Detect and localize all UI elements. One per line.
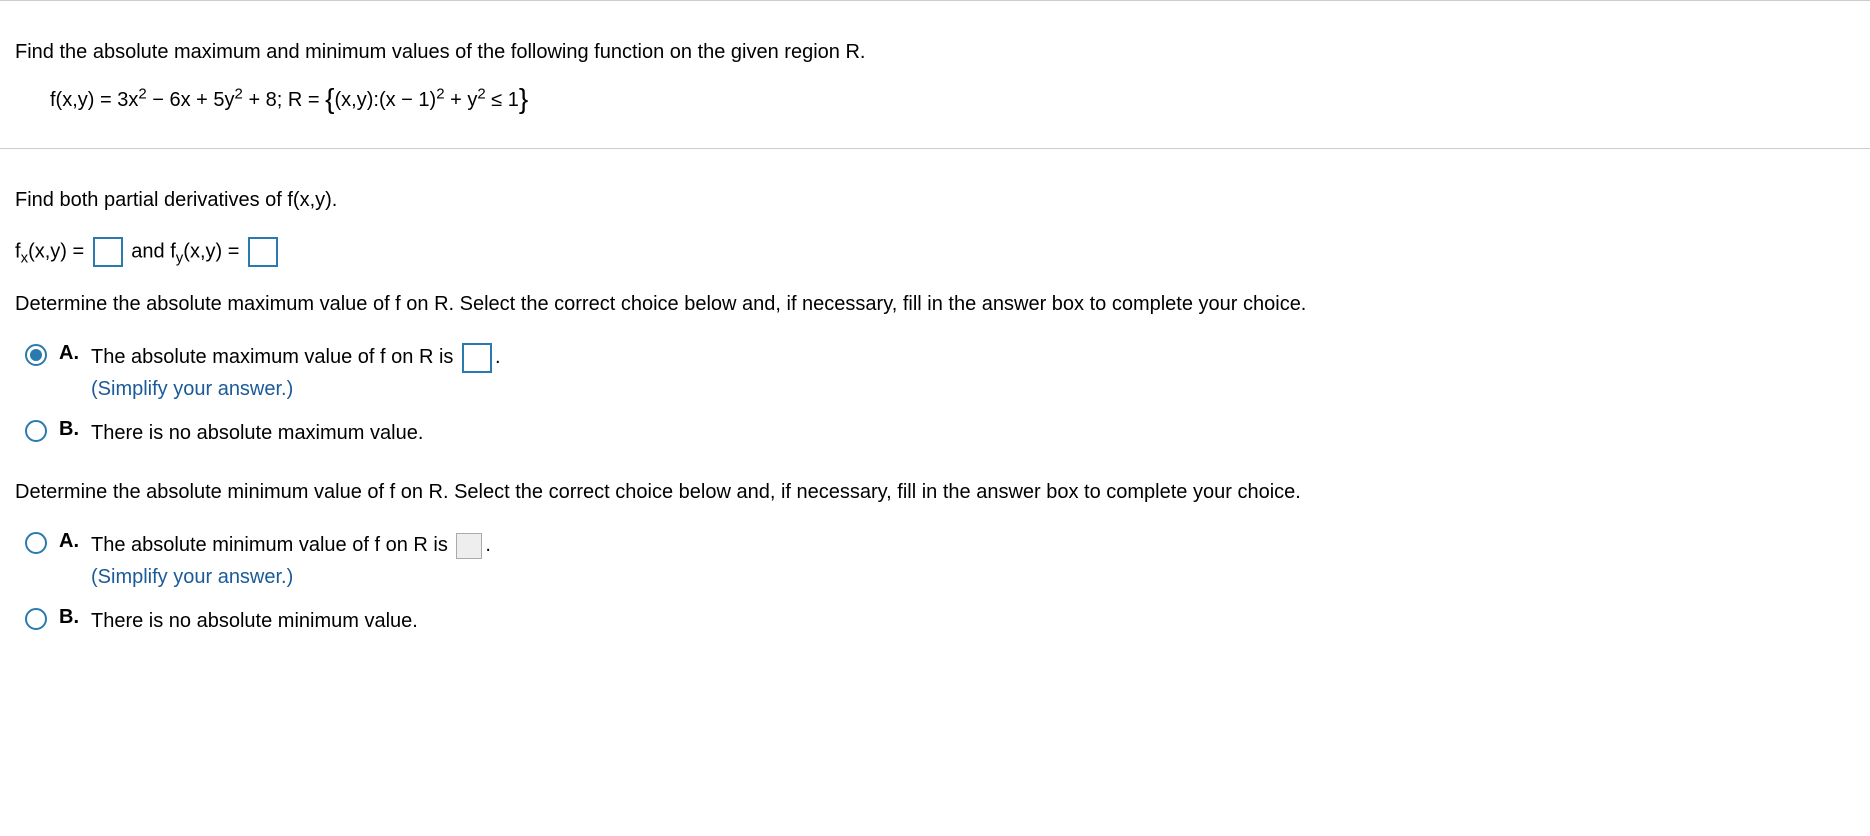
fx-answer-input[interactable] xyxy=(93,237,123,267)
region-part2: + y xyxy=(445,89,478,111)
min-b-label: B. xyxy=(59,606,81,629)
max-a-hint: (Simplify your answer.) xyxy=(91,378,293,400)
fy-answer-input[interactable] xyxy=(248,237,278,267)
radio-icon[interactable] xyxy=(25,420,47,442)
partials-prompt: Find both partial derivatives of f(x,y). xyxy=(15,185,1855,215)
max-value-input[interactable] xyxy=(462,343,492,373)
fdef-part1: f(x,y) = 3x xyxy=(50,89,138,111)
max-a-text-pre: The absolute maximum value of f on R is xyxy=(91,346,459,368)
radio-icon[interactable] xyxy=(25,608,47,630)
fdef-part3: + 8; R = xyxy=(243,89,325,111)
max-a-text-post: . xyxy=(495,346,501,368)
min-b-text: There is no absolute minimum value. xyxy=(91,605,1855,637)
function-definition: f(x,y) = 3x2 − 6x + 5y2 + 8; R = {(x,y):… xyxy=(50,89,1855,112)
region-part1: (x,y):(x − 1) xyxy=(335,89,437,111)
fy-pre: and f xyxy=(126,240,176,262)
max-choice-b[interactable]: B. There is no absolute maximum value. xyxy=(25,415,1855,449)
max-b-label: B. xyxy=(59,418,81,441)
radio-icon[interactable] xyxy=(25,532,47,554)
min-a-text-post: . xyxy=(485,534,491,556)
min-a-hint: (Simplify your answer.) xyxy=(91,566,293,588)
radio-selected-icon[interactable] xyxy=(25,344,47,366)
max-choices: A. The absolute maximum value of f on R … xyxy=(25,339,1855,449)
fy-post: (x,y) = xyxy=(183,240,245,262)
min-a-text-pre: The absolute minimum value of f on R is xyxy=(91,534,453,556)
fx-sub: x xyxy=(21,249,29,266)
min-choice-b[interactable]: B. There is no absolute minimum value. xyxy=(25,603,1855,637)
min-a-label: A. xyxy=(59,530,81,553)
min-choices: A. The absolute minimum value of f on R … xyxy=(25,527,1855,637)
fdef-part2: − 6x + 5y xyxy=(147,89,235,111)
min-choice-a[interactable]: A. The absolute minimum value of f on R … xyxy=(25,527,1855,593)
problem-intro: Find the absolute maximum and minimum va… xyxy=(15,37,1855,67)
left-brace-icon: { xyxy=(325,83,334,114)
exp-2c: 2 xyxy=(436,85,444,102)
min-value-input[interactable] xyxy=(456,533,482,559)
right-brace-icon: } xyxy=(519,83,528,114)
max-b-text: There is no absolute maximum value. xyxy=(91,417,1855,449)
min-prompt: Determine the absolute minimum value of … xyxy=(15,477,1855,507)
partials-inputs: fx(x,y) = and fy(x,y) = xyxy=(15,237,1855,267)
exp-2d: 2 xyxy=(477,85,485,102)
region-part3: ≤ 1 xyxy=(486,89,519,111)
max-choice-a[interactable]: A. The absolute maximum value of f on R … xyxy=(25,339,1855,405)
exp-2b: 2 xyxy=(235,85,243,102)
max-prompt: Determine the absolute maximum value of … xyxy=(15,289,1855,319)
max-a-label: A. xyxy=(59,342,81,365)
exp-2a: 2 xyxy=(138,85,146,102)
fx-post: (x,y) = xyxy=(28,240,90,262)
